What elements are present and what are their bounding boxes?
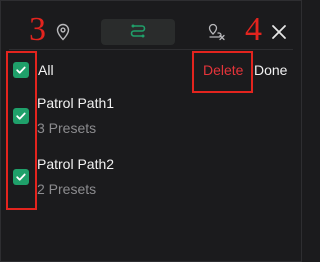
route-icon	[208, 23, 225, 41]
tab-route[interactable]	[197, 19, 237, 45]
item-name: Patrol Path2	[37, 156, 115, 172]
item-presets: 2 Presets	[37, 181, 97, 197]
select-all-label: All	[38, 62, 54, 78]
close-icon	[272, 25, 286, 39]
tab-location[interactable]	[43, 19, 83, 45]
close-button[interactable]	[268, 21, 290, 43]
annotation-marker-4: 4	[245, 11, 262, 48]
header-divider	[9, 49, 293, 50]
path-panel: All Delete Done Patrol Path1 3 Presets P…	[0, 0, 302, 262]
annotation-box-delete	[192, 51, 253, 93]
item-presets: 3 Presets	[37, 120, 97, 136]
annotation-box-checkboxes	[6, 51, 37, 210]
annotation-marker-3: 3	[29, 11, 46, 48]
done-button[interactable]: Done	[254, 62, 287, 78]
mode-tabbar	[35, 17, 271, 47]
path-icon	[130, 24, 146, 38]
tab-path[interactable]	[101, 19, 175, 45]
location-pin-icon	[56, 23, 70, 41]
item-name: Patrol Path1	[37, 95, 115, 111]
